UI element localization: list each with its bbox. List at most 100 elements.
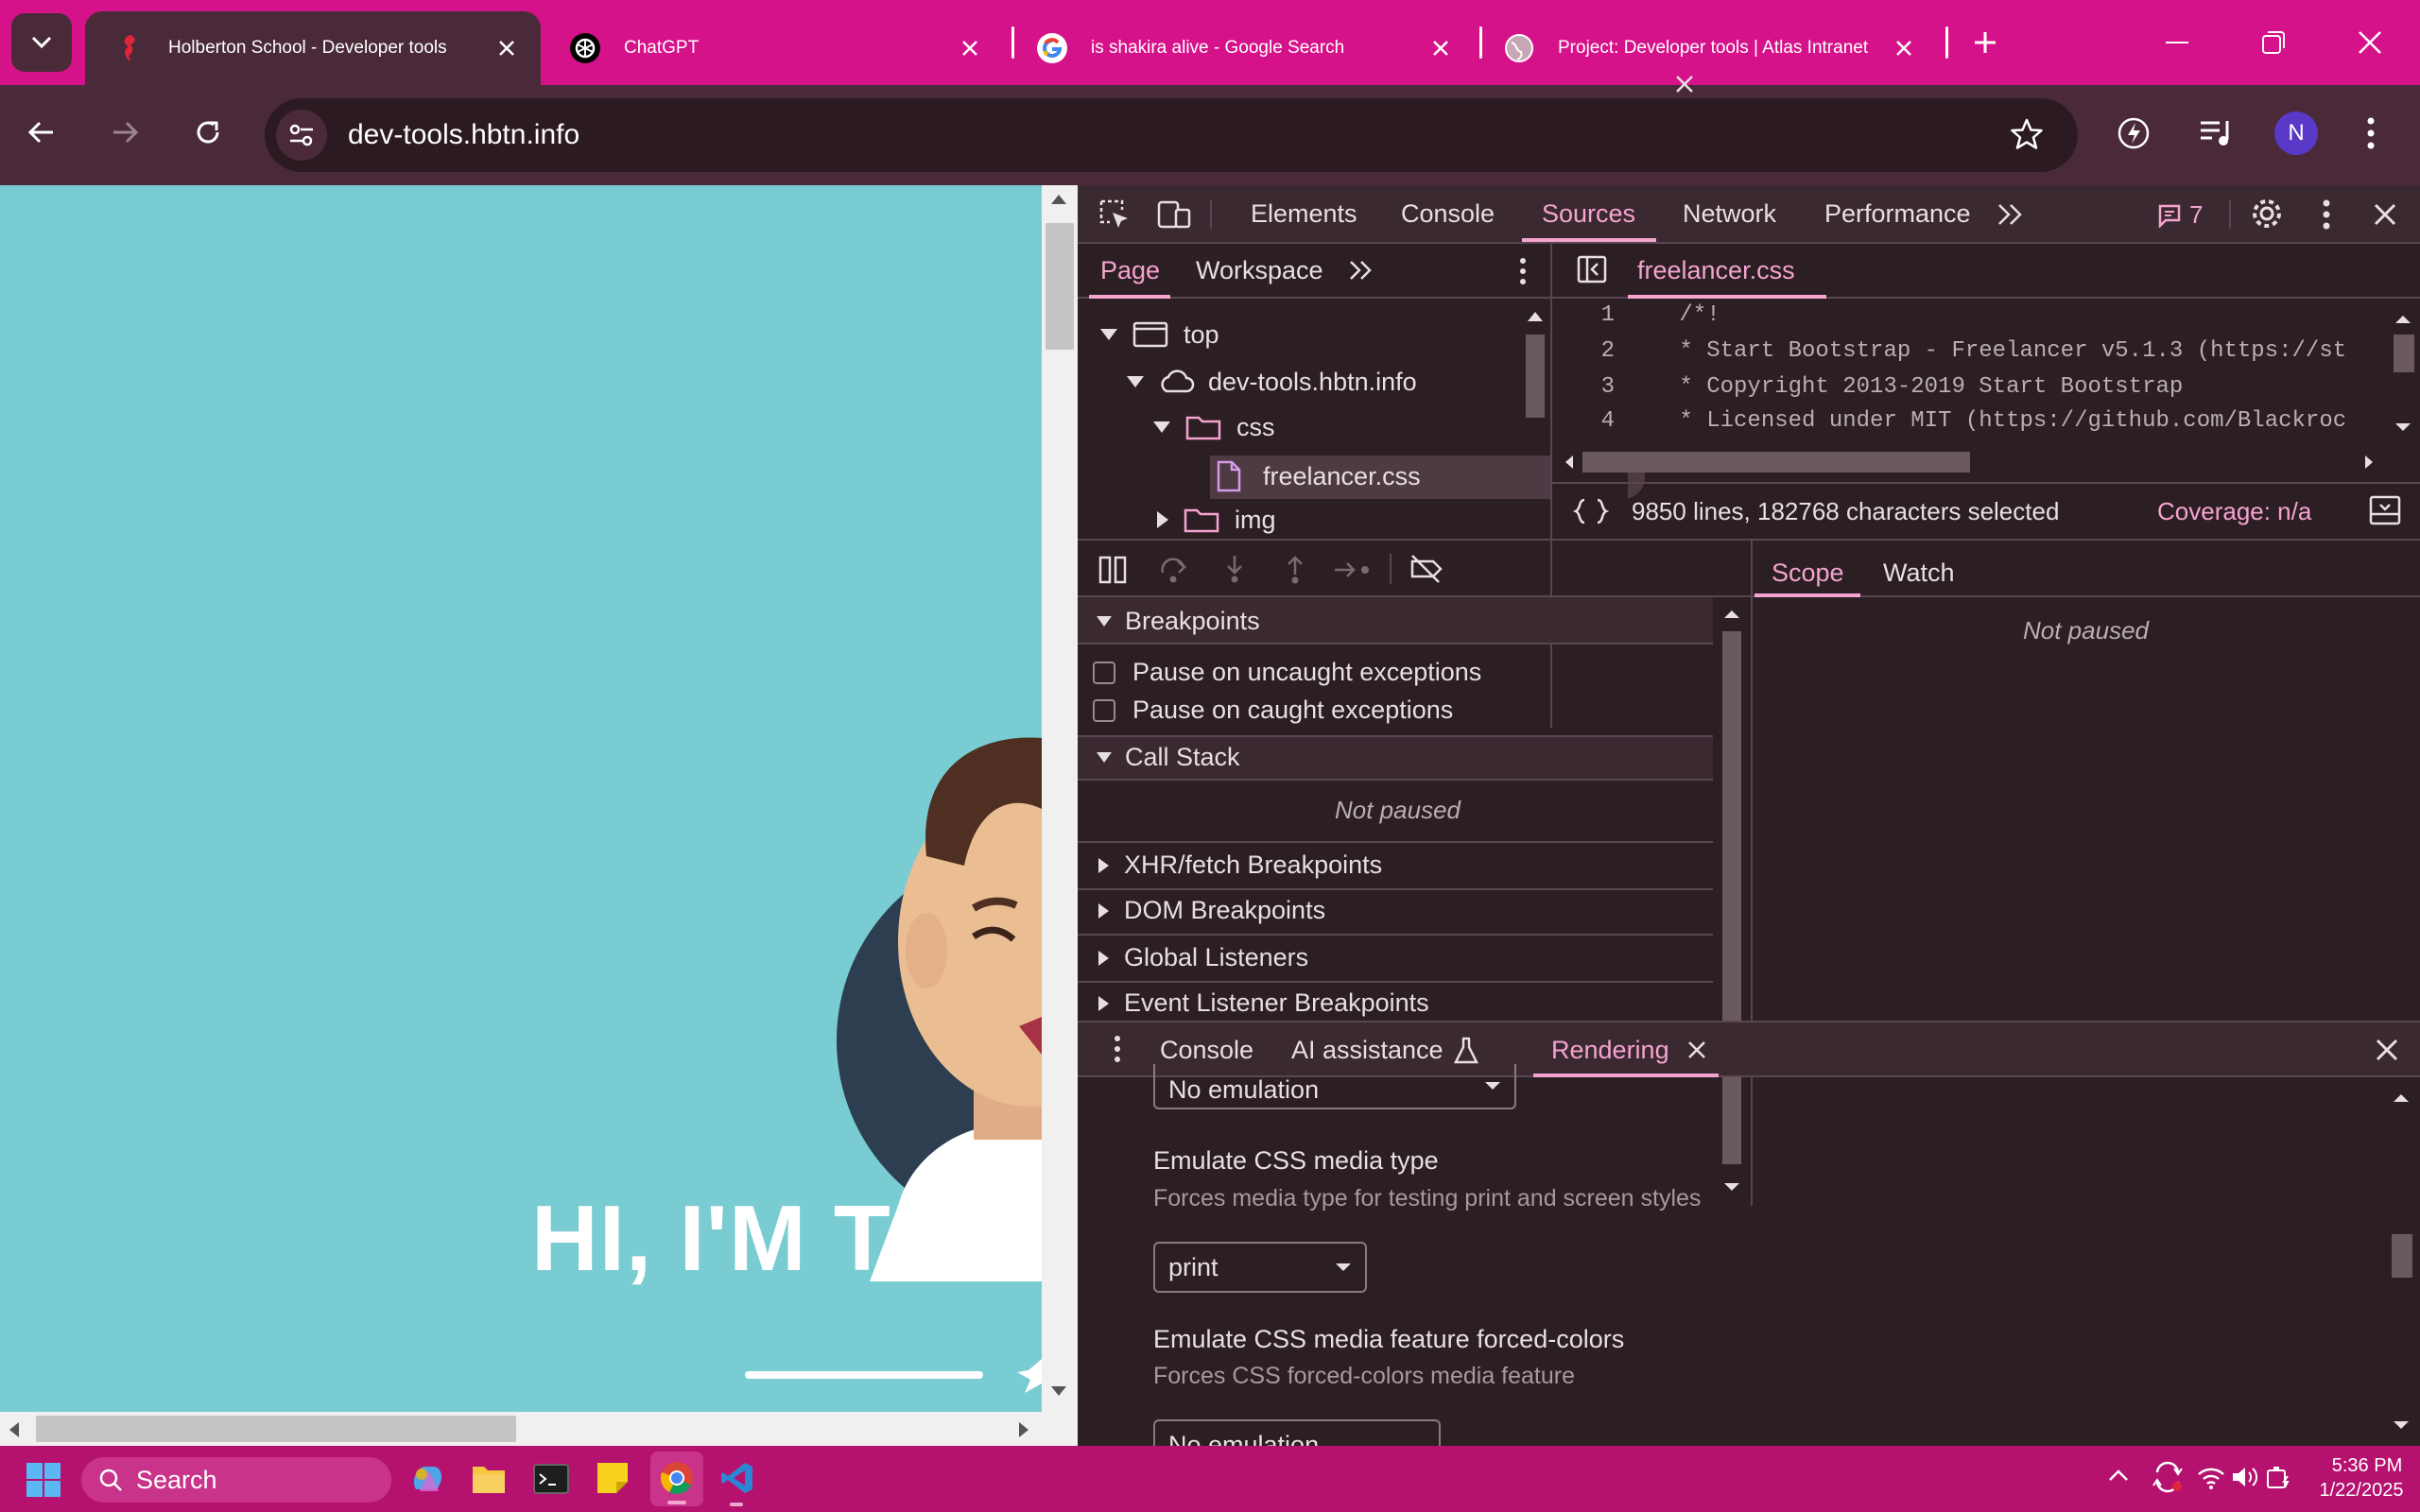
drawer-tab-rendering[interactable]: Rendering	[1551, 1036, 1669, 1065]
page-scroll-up-icon[interactable]	[1049, 193, 1068, 206]
close-icon[interactable]	[1885, 29, 1923, 67]
vision-select[interactable]: No emulation	[1153, 1064, 1516, 1109]
restore-button[interactable]	[2250, 24, 2297, 61]
tab-google[interactable]: is shakira alive - Google Search	[1008, 11, 1475, 85]
debugger-sidebar-scrollbar[interactable]	[1713, 597, 1751, 1206]
show-hidden-icons[interactable]	[2108, 1469, 2129, 1482]
battery-icon[interactable]	[2265, 1465, 2293, 1491]
back-button[interactable]	[26, 117, 68, 155]
tree-item-freelancer-css[interactable]: freelancer.css	[1216, 459, 1421, 493]
tree-item-domain[interactable]: dev-tools.hbtn.info	[1127, 365, 1417, 399]
navigator-menu-icon[interactable]	[1516, 257, 1530, 285]
browser-menu-button[interactable]	[2360, 115, 2382, 151]
terminal-icon[interactable]	[533, 1463, 569, 1495]
close-icon[interactable]	[1422, 29, 1460, 67]
tab-elements[interactable]: Elements	[1251, 199, 1357, 229]
pause-icon[interactable]	[1098, 556, 1129, 584]
editor-vscroll[interactable]	[2386, 302, 2420, 446]
callstack-section[interactable]: Call Stack	[1097, 743, 1240, 772]
drawer-tab-close-icon[interactable]	[1686, 1040, 1707, 1060]
tab-performance[interactable]: Performance	[1824, 199, 1971, 229]
sticky-notes-icon[interactable]	[596, 1461, 630, 1495]
window-close-button[interactable]	[2346, 24, 2394, 61]
reload-button[interactable]	[193, 117, 234, 155]
close-icon[interactable]	[488, 29, 526, 67]
event-listener-breakpoints-section[interactable]: Event Listener Breakpoints	[1098, 988, 1429, 1018]
deactivate-breakpoints-icon[interactable]	[1409, 554, 1444, 584]
dom-breakpoints-section[interactable]: DOM Breakpoints	[1098, 896, 1325, 925]
toggle-navigator-icon[interactable]	[1577, 255, 1607, 284]
tab-watch[interactable]: Watch	[1883, 558, 1955, 588]
editor-tab-close-icon[interactable]	[1674, 74, 1695, 94]
tab-atlas[interactable]: Project: Developer tools | Atlas Intrane…	[1475, 11, 1938, 85]
site-info-button[interactable]	[276, 110, 327, 161]
xhr-breakpoints-section[interactable]: XHR/fetch Breakpoints	[1098, 850, 1382, 880]
clock-time[interactable]: 5:36 PM	[2322, 1455, 2412, 1477]
wifi-icon[interactable]	[2197, 1465, 2225, 1489]
tree-item-img[interactable]: img	[1157, 503, 1276, 537]
tab-network[interactable]: Network	[1683, 199, 1776, 229]
page-hscroll-thumb[interactable]	[36, 1416, 516, 1442]
copilot-icon[interactable]	[408, 1461, 444, 1497]
sync-icon[interactable]	[2152, 1461, 2184, 1493]
star-icon[interactable]	[2010, 117, 2044, 151]
issues-counter[interactable]: 7	[2157, 200, 2203, 230]
address-bar[interactable]: dev-tools.hbtn.info	[265, 98, 2078, 172]
drawer-tab-console[interactable]: Console	[1160, 1036, 1253, 1065]
new-tab-button[interactable]	[1966, 24, 2004, 61]
devtools-menu-icon[interactable]	[2320, 198, 2333, 231]
drawer-tab-ai[interactable]: AI assistance	[1291, 1036, 1479, 1065]
profile-avatar[interactable]: N	[2274, 112, 2318, 155]
file-explorer-icon[interactable]	[471, 1463, 507, 1495]
tab-holberton[interactable]: Holberton School - Developer tools	[85, 11, 541, 85]
step-icon[interactable]	[1333, 556, 1373, 584]
start-button[interactable]	[26, 1463, 60, 1497]
tab-scope[interactable]: Scope	[1772, 558, 1844, 588]
taskbar-search[interactable]: Search	[81, 1457, 391, 1503]
forced-colors-select[interactable]: No emulation	[1153, 1419, 1441, 1446]
volume-icon[interactable]	[2231, 1465, 2259, 1489]
tab-sources[interactable]: Sources	[1542, 199, 1635, 229]
code-line-3[interactable]: 3 * Copyright 2013-2019 Start Bootstrap	[1558, 374, 2184, 410]
editor-hscroll[interactable]	[1552, 446, 2386, 478]
page-scroll-down-icon[interactable]	[1049, 1384, 1068, 1398]
close-icon[interactable]	[951, 29, 989, 67]
pause-caught-checkbox[interactable]	[1093, 698, 1115, 722]
tree-scrollbar[interactable]	[1520, 301, 1550, 728]
performance-icon[interactable]	[2116, 115, 2152, 151]
page-scroll-right-icon[interactable]	[1017, 1420, 1030, 1439]
media-control-icon[interactable]	[2199, 117, 2235, 149]
more-navigator-tabs-icon[interactable]	[1348, 259, 1374, 282]
editor-file-tab[interactable]: freelancer.css	[1637, 256, 1795, 285]
pause-caught-checkbox-row[interactable]: Pause on caught exceptions	[1093, 696, 1453, 725]
global-listeners-section[interactable]: Global Listeners	[1098, 943, 1308, 972]
page-scroll-left-icon[interactable]	[8, 1420, 21, 1439]
tree-item-css[interactable]: css	[1153, 410, 1275, 444]
devtools-close-icon[interactable]	[2373, 202, 2397, 227]
code-line-4[interactable]: 4 * Licensed under MIT (https://github.c…	[1558, 408, 2420, 444]
media-type-select[interactable]: print	[1153, 1242, 1367, 1293]
step-into-icon[interactable]	[1219, 554, 1250, 584]
tab-chatgpt[interactable]: ChatGPT	[541, 11, 1004, 85]
url-text[interactable]: dev-tools.hbtn.info	[348, 119, 579, 151]
step-over-icon[interactable]	[1159, 556, 1189, 584]
chrome-taskbar-button[interactable]	[650, 1452, 703, 1506]
minimize-button[interactable]	[2153, 24, 2201, 61]
pretty-print-icon[interactable]	[1573, 497, 1609, 525]
forward-button[interactable]	[110, 117, 151, 155]
inspect-element-icon[interactable]	[1098, 198, 1131, 231]
pause-uncaught-checkbox-row[interactable]: Pause on uncaught exceptions	[1093, 658, 1481, 687]
navigator-tab-workspace[interactable]: Workspace	[1196, 256, 1323, 285]
show-debugger-icon[interactable]	[2369, 495, 2401, 525]
code-line-2[interactable]: 2 * Start Bootstrap - Freelancer v5.1.3 …	[1558, 338, 2420, 374]
device-toolbar-icon[interactable]	[1157, 198, 1191, 231]
breakpoints-section[interactable]: Breakpoints	[1097, 607, 1260, 636]
pause-uncaught-checkbox[interactable]	[1093, 661, 1115, 684]
step-out-icon[interactable]	[1280, 554, 1310, 584]
drawer-menu-icon[interactable]	[1112, 1034, 1123, 1064]
settings-gear-icon[interactable]	[2250, 197, 2284, 231]
page-scrollbar-thumb[interactable]	[1046, 223, 1074, 350]
coverage-status[interactable]: Coverage: n/a	[2157, 497, 2311, 526]
tab-search-button[interactable]	[11, 13, 72, 72]
clock-date[interactable]: 1/22/2025	[2310, 1480, 2412, 1502]
